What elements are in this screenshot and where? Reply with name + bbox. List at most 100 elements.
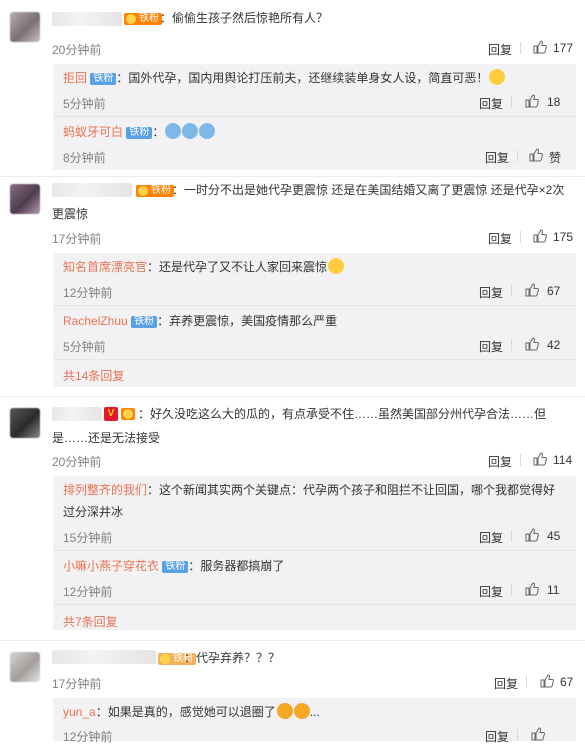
divider [53,305,576,306]
reply-text: ：如果是真的，感觉她可以退圈了 [95,705,276,719]
reply-button[interactable]: 回复 [485,728,509,745]
reply-time: 15分钟前 [63,531,113,545]
like-icon[interactable] [525,283,539,297]
reply-button[interactable]: 回复 [479,583,503,600]
reply-time: 12分钟前 [63,730,113,744]
reply-time: 5分钟前 [63,340,106,354]
username-blurred[interactable] [52,183,132,197]
fans-badge-icon [121,408,135,420]
comment-text: ：偷偷生孩子然后惊艳所有人？ [160,11,329,25]
divider [0,176,585,177]
reply-time: 12分钟前 [63,286,113,300]
reply-time: 5分钟前 [63,97,106,111]
reply-user[interactable]: 蚂蚁牙可白 [63,125,123,139]
like-icon[interactable] [531,727,545,741]
smile-emoji-icon [489,69,506,85]
separator [520,454,521,466]
fans-badge: 铁粉 [162,561,189,573]
like-icon[interactable] [529,148,543,162]
reply-button[interactable]: 回复 [479,284,503,301]
reply-button[interactable]: 回复 [479,95,503,112]
reply-list: 拒回 铁粉 ：国外代孕，国内用舆论打压前夫，还继续装单身女人设，简直可恶！ 5分钟… [53,64,576,170]
separator [517,150,518,162]
reply-item: RachelZhuu 铁粉 ：弃养更震惊，美国疫情那么严重 [63,311,337,331]
separator [511,96,512,108]
reply-button[interactable]: 回复 [479,338,503,355]
reply-user[interactable]: 小嘛小燕子穿花衣 [63,559,159,573]
username-blurred[interactable] [52,407,102,421]
like-icon[interactable] [525,94,539,108]
reply-user[interactable]: 知名首席漂亮官 [63,260,147,274]
reply-text: ：还是代孕了又不让人家回来震惊 [147,260,328,274]
fans-badge: 铁粉 [131,316,158,328]
divider [53,116,576,117]
reply-button[interactable]: 回复 [488,453,512,470]
divider [0,640,585,641]
comment-text: ：代孕弃养？？？ [184,651,281,665]
reply-text: ：服务器都搞崩了 [188,559,285,573]
fans-badge-icon [160,654,170,664]
reply-button[interactable]: 回复 [494,675,518,692]
username-blurred[interactable] [52,650,156,664]
reply-list: 知名首席漂亮官：还是代孕了又不让人家回来震惊 12分钟前 回复 67 Rache… [53,253,576,387]
shocked-emoji-icon [328,258,345,274]
like-icon[interactable] [533,229,547,243]
avatar[interactable] [10,652,40,682]
reply-text: ： [152,125,165,139]
separator [526,676,527,688]
reply-button[interactable]: 回复 [485,149,509,166]
reply-text: ：这个新闻其实两个关键点：代孕两个孩子和阻拦不让回国，哪个我都觉得好 [147,483,556,497]
fans-badge: 铁粉 [90,73,117,85]
comment-time: 17分钟前 [52,232,102,246]
like-icon[interactable] [525,582,539,596]
like-icon[interactable] [540,674,554,688]
like-count: 42 [547,338,561,352]
reply-text-cont: 过分深井冰 [63,505,124,519]
like-count: 175 [553,230,574,244]
reply-user[interactable]: 拒回 [63,71,87,85]
fans-badge-icon [138,186,148,196]
like-count: 114 [553,453,573,467]
reply-user[interactable]: RachelZhuu [63,314,128,328]
reply-user[interactable]: 排列整齐的我们 [63,483,147,497]
separator [511,285,512,297]
avatar[interactable] [10,184,40,214]
avatar[interactable] [10,12,40,42]
separator [511,530,512,542]
more-replies-link[interactable]: 共7条回复 [63,613,118,630]
like-icon[interactable] [533,452,547,466]
comment-text: ：好久没吃这么大的瓜的，有点承受不住……虽然美国部分州代孕合法……但 [138,407,547,421]
like-icon[interactable] [533,40,547,54]
reply-button[interactable]: 回复 [488,230,512,247]
like-icon[interactable] [525,528,539,542]
username-blurred[interactable] [52,12,122,26]
reply-text: ：弃养更震惊，美国疫情那么严重 [157,314,338,328]
reply-item: 小嘛小燕子穿花衣 铁粉 ：服务器都搞崩了 [63,556,284,576]
comment-text-cont: 更震惊 [52,207,89,221]
like-count: 67 [560,675,574,689]
comment-time: 20分钟前 [52,455,102,469]
reply-button[interactable]: 回复 [488,41,512,58]
comment-text-cont: 是……还是无法接受 [52,431,161,445]
avatar[interactable] [10,408,40,438]
reply-text: ：国外代孕，国内用舆论打压前夫，还继续装单身女人设，简直可恶！ [116,71,489,85]
separator [511,584,512,596]
like-icon[interactable] [525,337,539,351]
more-replies-link[interactable]: 共14条回复 [63,367,124,384]
comment-time: 17分钟前 [52,677,102,691]
reply-time: 12分钟前 [63,585,113,599]
comment-time: 20分钟前 [52,43,102,57]
laugh-emoji-icon [293,703,310,719]
like-count: 18 [547,95,561,109]
reply-item: 知名首席漂亮官：还是代孕了又不让人家回来震惊 [63,257,345,277]
reply-button[interactable]: 回复 [479,529,503,546]
reply-time: 8分钟前 [63,151,106,165]
divider [53,604,576,605]
divider [53,359,576,360]
fans-badge: 铁粉 [136,185,174,197]
reply-item: 拒回 铁粉 ：国外代孕，国内用舆论打压前夫，还继续装单身女人设，简直可恶！ [63,68,506,88]
reply-item: yun_a：如果是真的，感觉她可以退圈了... [63,703,320,719]
divider [0,396,585,397]
crying-emoji-icon [182,123,199,139]
reply-user[interactable]: yun_a [63,705,96,719]
